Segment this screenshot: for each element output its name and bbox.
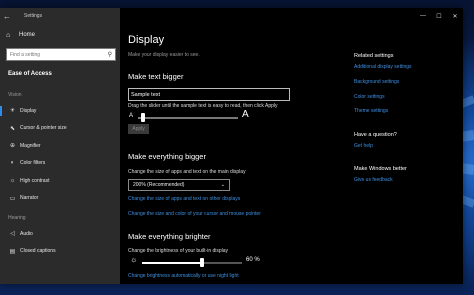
group-label-hearing: Hearing [8,215,26,221]
give-feedback-link[interactable]: Give us feedback [354,177,393,183]
chevron-down-icon: ⌄ [220,182,225,188]
captions-icon: ▤ [9,248,16,255]
cursor-icon: ⬉ [9,125,16,132]
brightness-sun-icon: ☼ [130,255,138,264]
background-settings-link[interactable]: Background settings [354,79,399,85]
sidebar-item-audio[interactable]: ◁ Audio [0,225,120,243]
feedback-heading: Make Windows better [354,166,407,172]
sidebar: ⌂ Home ⚲ Ease of Access Vision ☀ Display… [0,24,120,284]
theme-settings-link[interactable]: Theme settings [354,108,388,114]
text-size-slider-thumb[interactable] [141,113,145,122]
color-filter-icon: ◐ [10,160,15,167]
search-input[interactable] [10,51,100,58]
section-title: Ease of Access [8,71,52,77]
sidebar-item-label: Color filters [20,160,46,167]
night-light-link[interactable]: Change brightness automatically or use n… [128,273,239,279]
window-title: Settings [24,13,43,19]
brightness-value: 60 % [246,257,260,263]
sidebar-item-label: High contrast [20,177,50,184]
sidebar-item-label: Magnifier [20,142,41,149]
close-button[interactable]: ✕ [447,13,463,20]
display-icon: ☀ [9,108,16,115]
magnifier-icon: ⊕ [9,143,16,150]
brightness-slider-thumb[interactable] [200,258,204,267]
cursor-settings-link[interactable]: Change the size and color of your cursor… [128,211,261,217]
sidebar-item-label: Narrator [20,195,39,202]
title-bar[interactable]: ← Settings — ☐ ✕ [0,8,463,24]
text-size-slider-track[interactable] [138,117,238,119]
heading-text-bigger: Make text bigger [128,72,184,81]
sample-text: Sample text [131,91,161,98]
sidebar-item-color-filters[interactable]: ◐ Color filters [0,155,120,173]
speaker-icon: ◁ [10,231,15,238]
sample-text-box: Sample text [128,88,290,101]
brightness-instruction: Change the brightness of your built-in d… [128,248,229,254]
text-size-instruction: Drag the slider until the sample text is… [128,103,278,109]
other-displays-link[interactable]: Change the size of apps and text on othe… [128,196,240,202]
settings-window: ← Settings — ☐ ✕ ⌂ Home ⚲ Ease of Access… [0,8,463,284]
brightness-slider-fill [142,262,202,264]
heading-everything-bigger: Make everything bigger [128,152,206,161]
question-heading: Have a question? [354,132,397,138]
minimize-button[interactable]: — [415,13,431,19]
narrator-icon: ▭ [9,195,16,202]
contrast-icon: ☼ [9,177,16,184]
scale-dropdown[interactable]: 200% (Recommended) ⌄ [128,179,230,191]
scale-instruction: Change the size of apps and text on the … [128,169,246,175]
sidebar-item-display[interactable]: ☀ Display [0,102,120,120]
small-a-label: A [129,113,134,119]
page-title: Display [128,34,165,46]
related-settings-heading: Related settings [354,53,394,59]
maximize-button[interactable]: ☐ [431,13,447,20]
scale-dropdown-value: 200% (Recommended) [133,182,185,188]
sidebar-item-closed-captions[interactable]: ▤ Closed captions [0,243,120,261]
additional-display-settings-link[interactable]: Additional display settings [354,64,412,70]
big-a-label: A [242,109,249,120]
sidebar-item-magnifier[interactable]: ⊕ Magnifier [0,137,120,155]
get-help-link[interactable]: Get help [354,143,373,149]
sidebar-item-label: Home [19,32,36,38]
heading-everything-brighter: Make everything brighter [128,232,211,241]
sidebar-item-cursor[interactable]: ⬉ Cursor & pointer size [0,120,120,138]
search-icon[interactable]: ⚲ [108,51,112,58]
page-subtitle: Make your display easier to see. [128,52,200,58]
main-content: Display Make your display easier to see.… [120,24,463,284]
sidebar-item-label: Closed captions [20,248,56,255]
sidebar-item-label: Display [20,107,37,114]
sidebar-item-home[interactable]: ⌂ Home [0,28,120,42]
apply-button[interactable]: Apply [128,124,149,134]
home-icon: ⌂ [6,31,11,39]
group-label-vision: Vision [8,92,22,98]
search-box[interactable]: ⚲ [6,48,116,61]
sidebar-item-narrator[interactable]: ▭ Narrator [0,190,120,208]
sidebar-item-label: Audio [20,230,33,237]
sidebar-item-label: Cursor & pointer size [20,125,67,132]
color-settings-link[interactable]: Color settings [354,94,385,100]
back-arrow-icon[interactable]: ← [0,12,14,21]
sidebar-item-high-contrast[interactable]: ☼ High contrast [0,172,120,190]
